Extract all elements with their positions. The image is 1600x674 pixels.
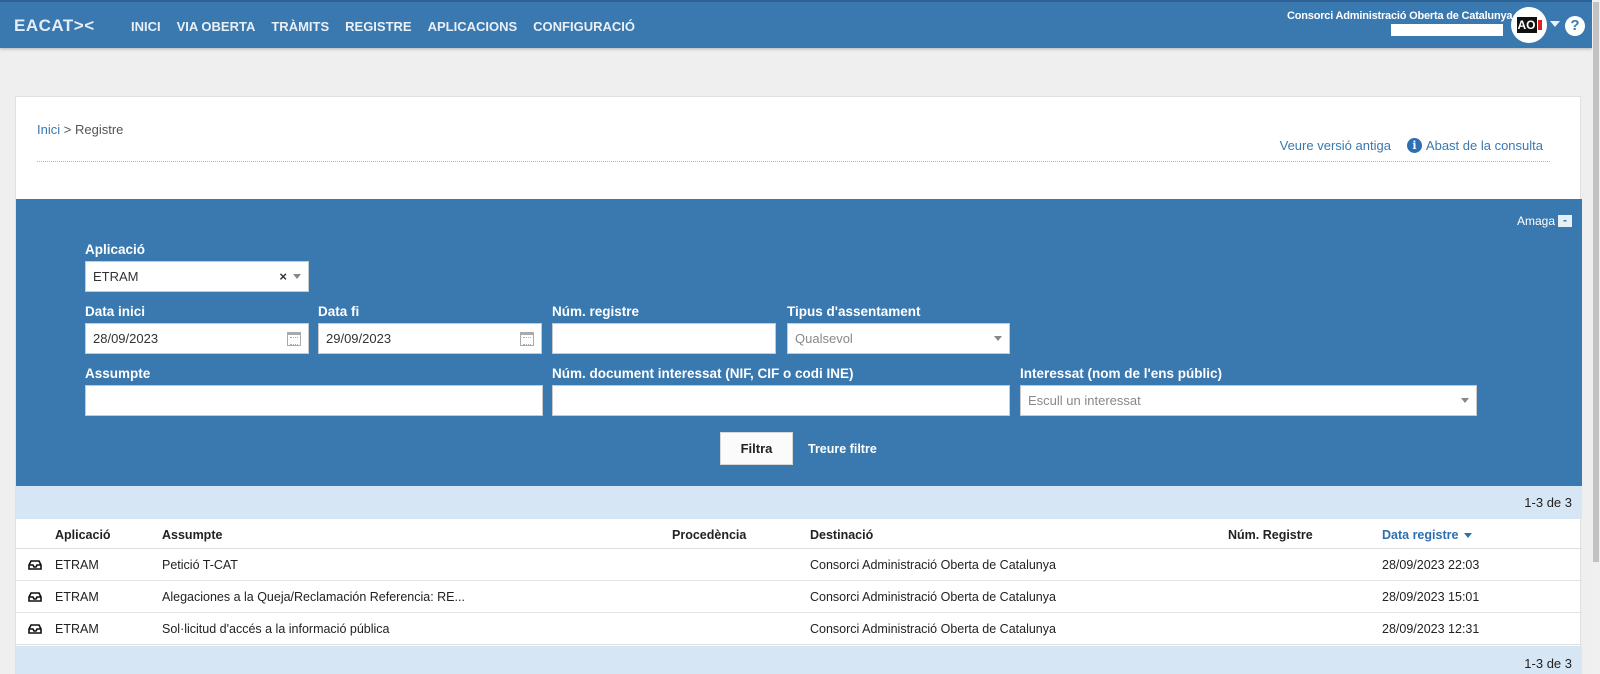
query-scope-link[interactable]: Abast de la consulta (1426, 138, 1543, 153)
doc-number-label: Núm. document interessat (NIF, CIF o cod… (552, 366, 854, 381)
column-header-date-label: Data registre (1382, 528, 1459, 542)
main-panel: Inici > Registre Veure versió antiga i A… (15, 96, 1582, 674)
entry-type-label: Tipus d'assentament (787, 304, 921, 319)
breadcrumb-current: Registre (74, 122, 124, 137)
column-header-origin[interactable]: Procedència (672, 528, 746, 542)
calendar-icon[interactable] (520, 331, 534, 346)
subject-label: Assumpte (85, 366, 151, 381)
breadcrumb: Inici > Registre (37, 122, 123, 137)
column-header-date[interactable]: Data registre (1382, 528, 1473, 542)
interested-select[interactable]: Escull un interessat (1020, 385, 1477, 416)
result-count-bar: 1-3 de 3 (16, 486, 1582, 519)
sort-descending-icon[interactable] (1464, 533, 1473, 539)
calendar-icon[interactable] (287, 331, 301, 346)
application-value: ETRAM (93, 269, 139, 284)
registry-number-label: Núm. registre (552, 304, 640, 319)
nav-item-aplicacions[interactable]: APLICACIONS (428, 19, 518, 34)
table-row[interactable]: ETRAM Alegaciones a la Queja/Reclamación… (16, 581, 1582, 613)
chevron-down-icon[interactable] (1461, 398, 1469, 403)
cell-application: ETRAM (55, 622, 99, 636)
divider (37, 161, 1550, 162)
cell-subject: Sol·licitud d'accés a la informació públ… (162, 622, 390, 636)
interested-placeholder: Escull un interessat (1028, 393, 1141, 408)
table-row[interactable]: ETRAM Sol·licitud d'accés a la informaci… (16, 613, 1582, 645)
cell-destination: Consorci Administració Oberta de Catalun… (810, 590, 1056, 604)
breadcrumb-separator: > (63, 122, 72, 137)
column-header-registry-number[interactable]: Núm. Registre (1228, 528, 1313, 542)
interested-label: Interessat (nom de l'ens públic) (1020, 366, 1222, 381)
registry-number-input[interactable] (552, 323, 776, 354)
bottom-result-count-bar: 1-3 de 3 (16, 646, 1582, 674)
user-menu-chevron-down-icon[interactable] (1550, 21, 1560, 27)
start-date-label: Data inici (85, 304, 146, 319)
end-date-field[interactable]: 29/09/2023 (318, 323, 542, 354)
chevron-down-icon[interactable] (293, 274, 301, 279)
column-header-destination[interactable]: Destinació (810, 528, 873, 542)
eacat-logo[interactable]: EACAT>< (14, 16, 95, 36)
start-date-field[interactable]: 28/09/2023 (85, 323, 309, 354)
cell-destination: Consorci Administració Oberta de Catalun… (810, 622, 1056, 636)
nav-item-via-oberta[interactable]: VIA OBERTA (177, 19, 256, 34)
nav-item-configuracio[interactable]: CONFIGURACIÓ (533, 19, 635, 34)
info-icon[interactable]: i (1406, 138, 1422, 153)
result-count: 1-3 de 3 (1524, 495, 1572, 510)
entry-type-value: Qualsevol (795, 331, 853, 346)
filter-panel: Amaga - Aplicació ETRAM × Data inici 28/… (16, 199, 1582, 493)
cell-application: ETRAM (55, 590, 99, 604)
aoc-logo[interactable]: AO (1511, 7, 1547, 43)
top-links: Veure versió antiga i Abast de la consul… (1280, 138, 1543, 153)
cell-subject: Petició T-CAT (162, 558, 238, 572)
filter-button[interactable]: Filtra (720, 432, 793, 465)
doc-number-input[interactable] (552, 385, 1010, 416)
cell-subject: Alegaciones a la Queja/Reclamación Refer… (162, 590, 465, 604)
help-icon[interactable]: ? (1565, 16, 1585, 36)
inbox-tray-icon (28, 560, 42, 570)
user-name-field (1391, 24, 1503, 36)
organization-name: Consorci Administració Oberta de Catalun… (1287, 10, 1513, 22)
collapse-icon[interactable]: - (1558, 214, 1572, 227)
inbox-tray-icon (28, 592, 42, 602)
clear-selection-icon[interactable]: × (279, 269, 287, 284)
end-date-label: Data fi (318, 304, 360, 319)
cell-application: ETRAM (55, 558, 99, 572)
inbox-tray-icon (28, 624, 42, 634)
hide-filter-label: Amaga (1516, 214, 1555, 228)
column-header-subject[interactable]: Assumpte (162, 528, 222, 542)
old-version-link[interactable]: Veure versió antiga (1280, 138, 1391, 153)
cell-date: 28/09/2023 12:31 (1382, 622, 1480, 636)
chevron-down-icon[interactable] (994, 336, 1002, 341)
breadcrumb-home-link[interactable]: Inici (37, 122, 60, 137)
nav-item-registre[interactable]: REGISTRE (345, 19, 411, 34)
top-navigation-bar: EACAT>< INICI VIA OBERTA TRÀMITS REGISTR… (0, 0, 1592, 48)
main-nav: INICI VIA OBERTA TRÀMITS REGISTRE APLICA… (131, 19, 651, 34)
start-date-value: 28/09/2023 (93, 331, 159, 346)
subject-input[interactable] (85, 385, 543, 416)
cell-date: 28/09/2023 15:01 (1382, 590, 1480, 604)
application-select[interactable]: ETRAM × (85, 261, 309, 292)
clear-filter-link[interactable]: Treure filtre (808, 442, 877, 456)
table-header: Aplicació Assumpte Procedència Destinaci… (16, 519, 1582, 549)
cell-date: 28/09/2023 22:03 (1382, 558, 1480, 572)
bottom-result-count: 1-3 de 3 (1524, 656, 1572, 671)
page-scrollbar[interactable] (1592, 0, 1600, 674)
scrollbar-thumb[interactable] (1593, 2, 1599, 562)
entry-type-select[interactable]: Qualsevol (787, 323, 1010, 354)
cell-destination: Consorci Administració Oberta de Catalun… (810, 558, 1056, 572)
nav-item-inici[interactable]: INICI (131, 19, 161, 34)
application-label: Aplicació (85, 242, 146, 257)
column-header-application[interactable]: Aplicació (55, 528, 111, 542)
table-row[interactable]: ETRAM Petició T-CAT Consorci Administrac… (16, 549, 1582, 581)
end-date-value: 29/09/2023 (326, 331, 392, 346)
nav-item-tramits[interactable]: TRÀMITS (271, 19, 329, 34)
hide-filter-toggle[interactable]: Amaga - (1517, 214, 1572, 228)
